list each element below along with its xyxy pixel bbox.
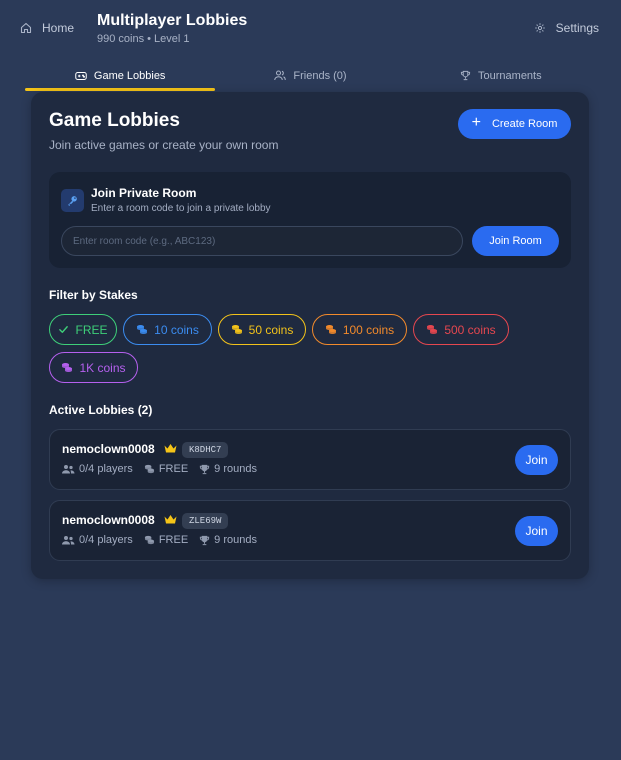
users-icon: [62, 464, 75, 475]
section-subtitle: Join active games or create your own roo…: [49, 138, 279, 152]
users-icon: [62, 535, 75, 546]
coins-icon: [144, 535, 155, 545]
chip-label: 10 coins: [154, 322, 199, 337]
tab-bar: Game Lobbies Friends (0) Tournaments: [25, 60, 596, 91]
trophy-icon: [460, 70, 471, 81]
check-icon: [58, 324, 69, 335]
gear-icon: [534, 22, 546, 34]
coins-icon: [136, 324, 148, 335]
stake-info: FREE: [144, 463, 188, 475]
tab-game-lobbies[interactable]: Game Lobbies: [25, 60, 216, 91]
title-block: Multiplayer Lobbies 990 coins • Level 1: [97, 11, 247, 46]
filter-chip-100-coins[interactable]: 100 coins: [312, 314, 407, 345]
tab-label: Game Lobbies: [93, 69, 166, 82]
lobby-row: nemoclown0008 ZLE69W 0/4 players FREE 9 …: [49, 500, 571, 561]
filter-label: Filter by Stakes: [49, 288, 138, 302]
key-icon: [61, 189, 84, 212]
tab-label: Tournaments: [478, 69, 542, 82]
coins-icon: [61, 362, 73, 373]
chip-label: 500 coins: [444, 322, 496, 337]
players-text: 0/4 players: [79, 534, 133, 546]
lobby-host-name: nemoclown0008: [62, 442, 155, 456]
trophy-icon: [199, 464, 210, 475]
home-label: Home: [42, 21, 75, 35]
chip-label: 1K coins: [79, 360, 126, 375]
lobby-row: nemoclown0008 K8DHC7 0/4 players FREE 9 …: [49, 429, 571, 490]
trophy-icon: [199, 535, 210, 546]
filter-chip-free[interactable]: FREE: [49, 314, 117, 345]
coins-icon: [325, 324, 337, 335]
rounds-text: 9 rounds: [214, 534, 257, 546]
crown-icon: [164, 443, 177, 454]
home-icon: [20, 22, 32, 34]
section-title: Game Lobbies: [49, 110, 180, 131]
private-room-panel: Join Private Room Enter a room code to j…: [49, 172, 571, 268]
tab-tournaments[interactable]: Tournaments: [406, 60, 596, 91]
coins-icon: [144, 464, 155, 474]
settings-label: Settings: [555, 21, 599, 35]
filter-chip-50-coins[interactable]: 50 coins: [218, 314, 306, 345]
lobby-host-name: nemoclown0008: [62, 513, 155, 527]
players-info: 0/4 players: [62, 534, 133, 546]
join-lobby-button[interactable]: Join: [515, 516, 558, 546]
filter-chip-1k-coins[interactable]: 1K coins: [49, 352, 138, 383]
room-code-badge: ZLE69W: [182, 513, 229, 529]
join-lobby-button[interactable]: Join: [515, 445, 558, 475]
join-label: Join: [525, 524, 548, 538]
create-room-button[interactable]: + Create Room: [458, 109, 571, 139]
stake-info: FREE: [144, 534, 188, 546]
lobby-meta: 0/4 players FREE 9 rounds: [62, 534, 257, 546]
chip-label: FREE: [75, 322, 108, 337]
page-title: Multiplayer Lobbies: [97, 12, 248, 29]
private-room-title: Join Private Room: [91, 186, 197, 200]
room-code-badge: K8DHC7: [182, 442, 229, 458]
rounds-info: 9 rounds: [199, 463, 257, 475]
top-bar: Home Multiplayer Lobbies 990 coins • Lev…: [0, 0, 621, 58]
crown-icon: [164, 514, 177, 525]
filter-chip-500-coins[interactable]: 500 coins: [413, 314, 509, 345]
stake-text: FREE: [158, 463, 189, 475]
gamepad-icon: [75, 71, 87, 81]
players-text: 0/4 players: [79, 463, 133, 475]
private-room-subtitle: Enter a room code to join a private lobb…: [91, 203, 271, 214]
rounds-info: 9 rounds: [199, 534, 257, 546]
join-room-label: Join Room: [489, 235, 542, 247]
rounds-text: 9 rounds: [214, 463, 257, 475]
coins-icon: [231, 324, 243, 335]
room-code-input[interactable]: [61, 226, 463, 256]
tab-label: Friends (0): [293, 69, 347, 82]
join-label: Join: [525, 453, 548, 467]
stake-text: FREE: [158, 534, 189, 546]
chip-label: 100 coins: [342, 322, 395, 337]
settings-button[interactable]: Settings: [534, 18, 599, 38]
lobby-meta: 0/4 players FREE 9 rounds: [62, 463, 257, 475]
join-room-button[interactable]: Join Room: [472, 226, 559, 256]
active-lobbies-label: Active Lobbies (2): [49, 403, 153, 417]
tab-friends[interactable]: Friends (0): [215, 60, 405, 91]
create-room-label: Create Room: [491, 118, 558, 130]
page-subtitle: 990 coins • Level 1: [97, 33, 190, 45]
plus-icon: +: [471, 114, 481, 131]
coins-icon: [426, 324, 438, 335]
users-icon: [274, 70, 287, 81]
filter-chip-10-coins[interactable]: 10 coins: [123, 314, 212, 345]
lobbies-card: Game Lobbies Join active games or create…: [31, 92, 589, 579]
home-button[interactable]: Home: [20, 18, 74, 38]
chip-label: 50 coins: [248, 322, 294, 337]
players-info: 0/4 players: [62, 463, 133, 475]
